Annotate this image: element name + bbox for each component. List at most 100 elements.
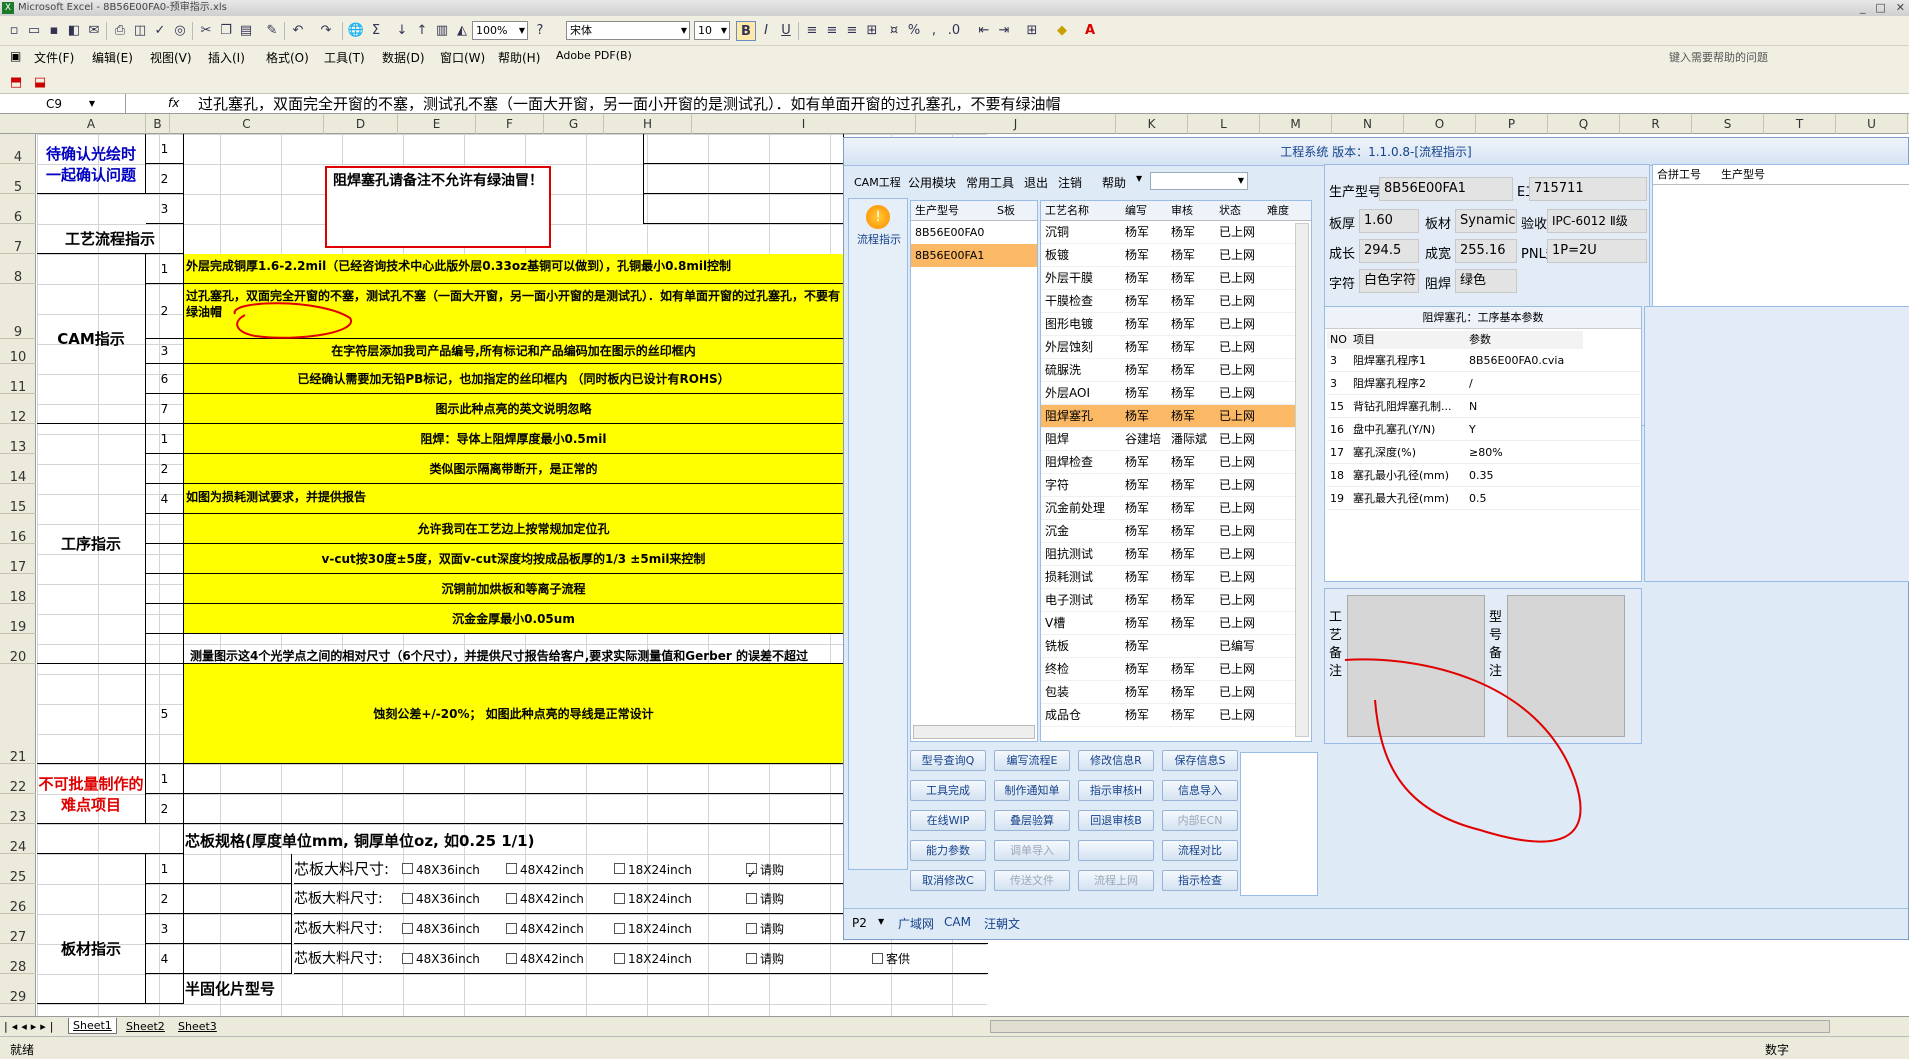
empty-cell[interactable]: [184, 794, 844, 824]
step-row[interactable]: 沉金前处理 杨军 杨军 已上网: [1041, 497, 1295, 520]
step-row[interactable]: 板镀 杨军 杨军 已上网: [1041, 244, 1295, 267]
pdf-mail-icon[interactable]: ⬓: [30, 73, 50, 93]
process-instruction[interactable]: 允许我司在工艺边上按常规加定位孔: [184, 514, 844, 544]
dlg-menu-help[interactable]: 帮助: [1102, 174, 1126, 191]
a4-cell[interactable]: 待确认光绘时一起确认问题: [37, 134, 146, 194]
empty-cell[interactable]: [37, 824, 184, 854]
s-board-col-header[interactable]: S板: [997, 201, 1015, 221]
empty-cell[interactable]: [644, 194, 844, 224]
checkbox[interactable]: [614, 892, 625, 904]
paste-icon[interactable]: ▤: [236, 21, 256, 41]
sort-asc-icon[interactable]: ↓: [392, 21, 412, 41]
action-button[interactable]: 保存信息S: [1162, 750, 1238, 771]
row-header[interactable]: 8: [0, 254, 36, 285]
num-cell[interactable]: 6: [146, 364, 184, 394]
step-row[interactable]: V槽 杨军 杨军 已上网: [1041, 612, 1295, 635]
column-header[interactable]: I: [692, 114, 916, 134]
action-button[interactable]: 传送文件: [994, 870, 1070, 891]
row-header[interactable]: 28: [0, 944, 36, 975]
dlg-menu-exit[interactable]: 退出: [1024, 174, 1048, 191]
name-box[interactable]: C9 ▼: [0, 94, 126, 114]
std-field[interactable]: IPC-6012 Ⅱ级: [1547, 209, 1647, 233]
tab-sheet2[interactable]: Sheet2: [122, 1019, 169, 1034]
checkbox[interactable]: [402, 863, 413, 874]
decrease-indent-icon[interactable]: ⇤: [974, 21, 994, 41]
menu-insert[interactable]: 插入(I): [208, 49, 245, 66]
row-header[interactable]: 20: [0, 634, 36, 665]
action-button[interactable]: 回退审核B: [1078, 810, 1154, 831]
step-row[interactable]: 损耗测试 杨军 杨军 已上网: [1041, 566, 1295, 589]
param-row[interactable]: 19 塞孔最大孔径(mm) 0.5: [1327, 487, 1640, 510]
menu-data[interactable]: 数据(D): [382, 49, 425, 66]
mask-field[interactable]: 绿色: [1455, 269, 1517, 293]
hard-label[interactable]: 不可批量制作的难点项目: [37, 764, 146, 824]
step-row[interactable]: 铣板 杨军 已编写: [1041, 635, 1295, 658]
action-button[interactable]: 能力参数: [910, 840, 986, 861]
empty-cell[interactable]: [184, 884, 292, 914]
empty-cell[interactable]: [184, 764, 844, 794]
material-option[interactable]: 18X24inch: [614, 944, 692, 974]
material-option[interactable]: 48X42inch: [506, 944, 584, 974]
num-cell[interactable]: 2: [146, 794, 184, 824]
step-name-col[interactable]: 工艺名称: [1045, 201, 1089, 221]
num-cell[interactable]: 1: [146, 854, 184, 884]
num-cell[interactable]: 4: [146, 484, 184, 514]
row20-cell[interactable]: 测量图示这4个光学点之间的相对尺寸（6个尺寸），并提供尺寸报告给客户,要求实际测…: [184, 634, 844, 664]
action-button[interactable]: 调单导入: [994, 840, 1070, 861]
step-row[interactable]: 硫脲洗 杨军 杨军 已上网: [1041, 359, 1295, 382]
increase-indent-icon[interactable]: ⇥: [994, 21, 1014, 41]
material-option[interactable]: 请购: [746, 884, 784, 914]
num-cell[interactable]: [146, 604, 184, 634]
tab-scroll-icons[interactable]: |◂◂▸▸|: [4, 1020, 58, 1033]
row-header[interactable]: 26: [0, 884, 36, 915]
num-cell[interactable]: [146, 574, 184, 604]
step-row[interactable]: 成品仓 杨军 杨军 已上网: [1041, 704, 1295, 727]
row-header[interactable]: 17: [0, 544, 36, 575]
num-cell[interactable]: 2: [146, 164, 184, 194]
research-icon[interactable]: ◎: [170, 21, 190, 41]
checkbox[interactable]: [614, 952, 625, 964]
action-button[interactable]: 流程上网: [1078, 870, 1154, 891]
sort-desc-icon[interactable]: ↑: [412, 21, 432, 41]
row-header[interactable]: 27: [0, 914, 36, 945]
checkbox[interactable]: [402, 952, 413, 964]
material-option[interactable]: 18X24inch: [614, 854, 692, 885]
num-cell[interactable]: [146, 544, 184, 574]
column-header[interactable]: N: [1332, 114, 1404, 134]
checkbox[interactable]: [746, 860, 757, 890]
merge-center-icon[interactable]: ⊞: [862, 21, 882, 41]
row-header[interactable]: 14: [0, 454, 36, 485]
num-cell[interactable]: 5: [146, 664, 184, 764]
row-header[interactable]: 18: [0, 574, 36, 605]
num-cell[interactable]: 1: [146, 764, 184, 794]
step-row[interactable]: 阻抗测试 杨军 杨军 已上网: [1041, 543, 1295, 566]
action-button[interactable]: 取消修改C: [910, 870, 986, 891]
row-header[interactable]: 22: [0, 764, 36, 795]
craft-remark-textarea[interactable]: [1347, 595, 1485, 737]
column-header[interactable]: Q: [1548, 114, 1620, 134]
comma-icon[interactable]: ,: [924, 21, 944, 41]
row-header[interactable]: 16: [0, 514, 36, 545]
cam-instruction[interactable]: 在字符层添加我司产品编号,所有标记和产品编码加在图示的丝印框内: [184, 339, 844, 364]
currency-icon[interactable]: ¤: [884, 21, 904, 41]
pdf-convert-icon[interactable]: ⬒: [6, 73, 26, 93]
thickness-field[interactable]: 1.60: [1359, 209, 1419, 233]
material-field[interactable]: Synamic: [1455, 209, 1517, 233]
checkbox[interactable]: [506, 952, 517, 964]
writer-col[interactable]: 编写: [1125, 201, 1147, 221]
cut-icon[interactable]: ✂: [196, 21, 216, 41]
checkbox[interactable]: [746, 892, 757, 904]
dlg-menu-common[interactable]: 公用模块: [908, 174, 956, 191]
undo-icon[interactable]: ↶: [288, 21, 308, 41]
reviewer-col[interactable]: 审核: [1171, 201, 1193, 221]
checkbox[interactable]: [402, 892, 413, 904]
underline-button[interactable]: U: [776, 21, 796, 41]
note-textbox[interactable]: 阻焊塞孔请备注不允许有绿油冒！: [325, 166, 551, 248]
model-list-scrollbar[interactable]: [913, 725, 1035, 739]
column-header[interactable]: P: [1476, 114, 1548, 134]
permission-icon[interactable]: ◧: [64, 21, 84, 41]
row-header[interactable]: 13: [0, 424, 36, 455]
drawing-icon[interactable]: ◭: [452, 21, 472, 41]
customer-supply-option[interactable]: 客供: [872, 950, 910, 967]
param-row[interactable]: 18 塞孔最小孔径(mm) 0.35: [1327, 464, 1640, 487]
